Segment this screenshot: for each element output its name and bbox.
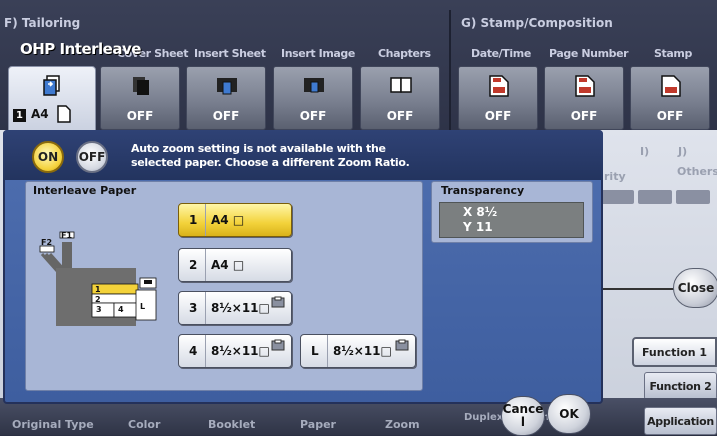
page-number-value: OFF — [570, 109, 598, 123]
stamp-icon — [661, 75, 681, 97]
label-i: I) — [640, 145, 650, 158]
bottom-paper[interactable]: Paper — [300, 418, 336, 431]
paper-option-l-text: 8½×11□ — [333, 344, 392, 358]
others-slot[interactable] — [676, 190, 710, 204]
ok-button[interactable]: OK — [547, 394, 591, 434]
off-toggle[interactable]: OFF — [76, 141, 108, 173]
diagram-f1: F1 — [61, 231, 73, 240]
warning-message: Auto zoom setting is not available with … — [131, 142, 410, 169]
page-badge: 1 — [13, 109, 26, 122]
function1-label: Function 1 — [641, 345, 708, 359]
page-number-tile[interactable]: OFF — [544, 66, 624, 130]
paper-option-2-num: 2 — [189, 258, 198, 272]
diagram-tray-l: L — [140, 302, 146, 311]
paper-option-l-num: L — [311, 344, 319, 358]
bottom-booklet[interactable]: Booklet — [208, 418, 255, 431]
machine-diagram — [39, 231, 157, 326]
i-slot[interactable] — [638, 190, 672, 204]
label-security-partial: rity — [604, 170, 626, 183]
paper-option-3-sep — [205, 292, 206, 324]
paper-portrait-icon — [57, 105, 71, 123]
paper-option-1[interactable]: 1 A4 □ — [178, 203, 292, 237]
cover-sheet-icon — [133, 77, 149, 95]
section-f-label: F) Tailoring — [4, 16, 81, 30]
diagram-tray-1: 1 — [95, 285, 101, 294]
col-chapters: Chapters — [378, 47, 431, 60]
diagram-f2: F2 — [41, 238, 53, 247]
cover-sheet-tile[interactable]: OFF — [100, 66, 180, 130]
bottom-original-type[interactable]: Original Type — [12, 418, 94, 431]
paper-option-4-text: 8½×11□ — [211, 344, 270, 358]
col-insert-sheet: Insert Sheet — [194, 47, 266, 60]
tray-icon — [271, 339, 285, 351]
paper-option-1-num: 1 — [189, 213, 198, 227]
paper-option-2-sep — [205, 249, 206, 281]
interleave-paper-title: Interleave Paper — [33, 184, 137, 197]
paper-option-3[interactable]: 3 8½×11□ — [178, 291, 292, 325]
bottom-zoom[interactable]: Zoom — [385, 418, 420, 431]
paper-option-3-text: 8½×11□ — [211, 301, 270, 315]
bottom-color[interactable]: Color — [128, 418, 160, 431]
label-others: Others — [677, 165, 717, 178]
cover-sheet-value: OFF — [126, 109, 154, 123]
ohp-interleave-tile[interactable]: 1 A4 — [8, 66, 96, 136]
transparency-size: X 8½ Y 11 — [439, 202, 584, 238]
paper-option-l[interactable]: L 8½×11□ — [300, 334, 416, 368]
paper-option-2[interactable]: 2 A4 □ — [178, 248, 292, 282]
paper-option-4-num: 4 — [189, 344, 198, 358]
chapters-tile[interactable]: OFF — [360, 66, 440, 130]
close-button[interactable]: Close — [673, 268, 717, 308]
tray-icon — [395, 339, 409, 351]
on-toggle[interactable]: ON — [32, 141, 64, 173]
col-stamp: Stamp — [654, 47, 692, 60]
security-slot[interactable] — [600, 190, 634, 204]
insert-sheet-value: OFF — [212, 109, 240, 123]
label-j: J) — [678, 145, 688, 158]
stamp-value: OFF — [656, 109, 684, 123]
transparency-y: Y 11 — [463, 220, 493, 234]
section-divider — [449, 10, 451, 130]
ohp-interleave-title: OHP Interleave — [20, 40, 141, 58]
date-time-tile[interactable]: OFF — [458, 66, 538, 130]
tray-icon — [271, 296, 285, 308]
paper-option-1-text: A4 □ — [211, 213, 245, 227]
diagram-tray-2: 2 — [95, 295, 101, 304]
function1-tab[interactable]: Function 1 — [632, 337, 717, 367]
col-date-time: Date/Time — [471, 47, 531, 60]
paper-option-l-sep — [327, 335, 328, 367]
date-time-icon — [489, 75, 509, 97]
insert-sheet-icon — [217, 78, 237, 95]
page-number-icon — [575, 75, 595, 97]
application-button[interactable]: Application — [644, 407, 717, 435]
transparency-title: Transparency — [441, 184, 525, 197]
tile-paper: A4 — [31, 107, 49, 121]
function2-button[interactable]: Function 2 — [644, 372, 717, 400]
col-page-number: Page Number — [549, 47, 629, 60]
stamp-tile[interactable]: OFF — [630, 66, 710, 130]
paper-option-3-num: 3 — [189, 301, 198, 315]
chapters-icon — [390, 77, 412, 93]
paper-option-4-sep — [205, 335, 206, 367]
paper-option-1-sep — [205, 204, 206, 236]
diagram-tray-3: 3 — [96, 305, 102, 314]
paper-option-2-text: A4 □ — [211, 258, 245, 272]
col-insert-image: Insert Image — [281, 47, 355, 60]
chapters-value: OFF — [386, 109, 414, 123]
insert-sheet-tile[interactable]: OFF — [186, 66, 266, 130]
ohp-interleave-icon — [43, 75, 60, 96]
diagram-tray-4: 4 — [118, 305, 124, 314]
section-g-label: G) Stamp/Composition — [461, 16, 613, 30]
date-time-value: OFF — [484, 109, 512, 123]
insert-image-icon — [304, 78, 324, 93]
paper-option-4[interactable]: 4 8½×11□ — [178, 334, 292, 368]
transparency-x: X 8½ — [463, 205, 498, 219]
cancel-button[interactable]: Cance l — [501, 396, 545, 436]
insert-image-value: OFF — [299, 109, 327, 123]
insert-image-tile[interactable]: OFF — [273, 66, 353, 130]
